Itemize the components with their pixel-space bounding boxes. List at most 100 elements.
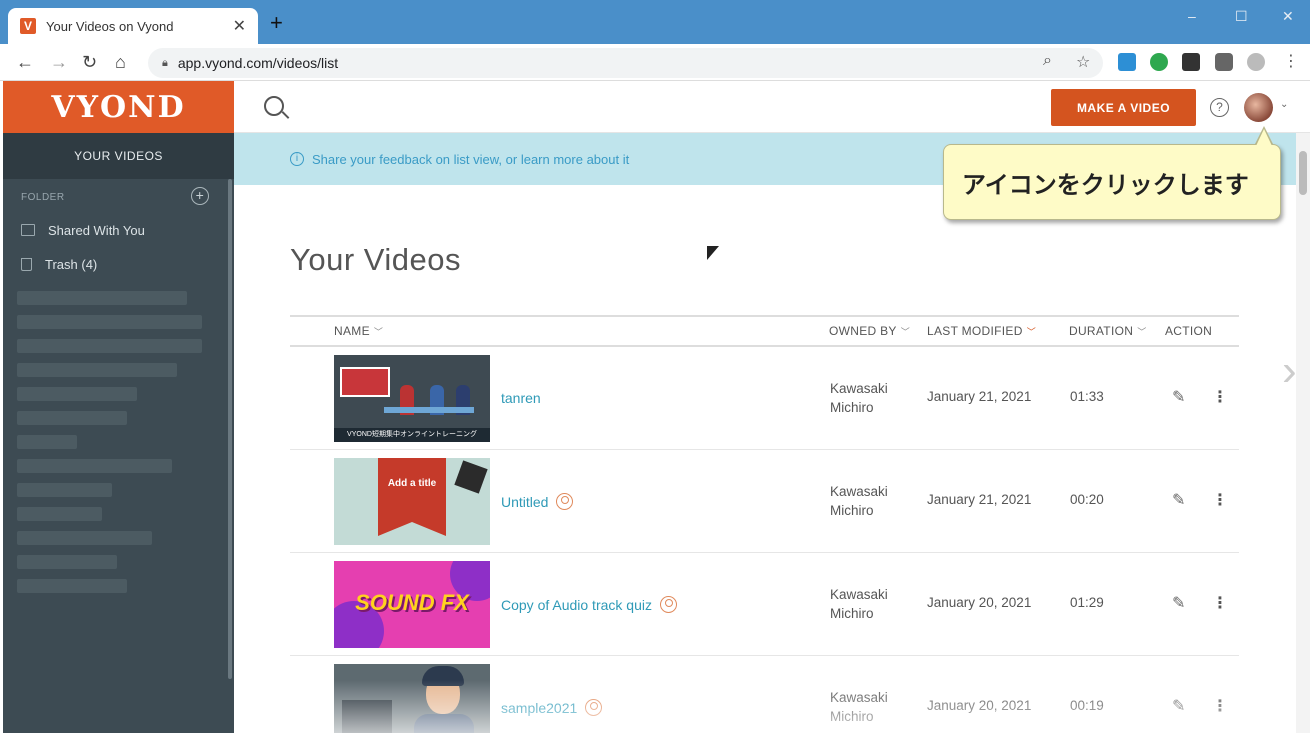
column-label: LAST MODIFIED (927, 324, 1023, 338)
chevron-down-icon[interactable]: ⌄ (1280, 99, 1288, 110)
evernote-icon[interactable] (1150, 53, 1168, 71)
forward-icon[interactable]: → (50, 52, 68, 73)
owner-first: Kawasaki (830, 381, 888, 396)
blurred-folder[interactable] (17, 555, 117, 569)
folder-label: FOLDER (21, 191, 65, 203)
last-modified: January 21, 2021 (927, 389, 1032, 404)
last-modified: January 20, 2021 (927, 595, 1032, 610)
sidebar-item-label: Shared With You (48, 222, 145, 238)
home-icon[interactable]: ⌂ (115, 52, 126, 73)
folder-header: FOLDER + (3, 181, 234, 213)
chevron-down-icon: ﹀ (373, 327, 384, 337)
table-row[interactable]: sample2021 Kawasaki Michiro January 20, 2… (290, 656, 1239, 733)
lock-icon: 🔒︎ (162, 56, 168, 69)
blurred-folder[interactable] (17, 363, 177, 377)
video-thumbnail[interactable]: Add a title (334, 458, 490, 545)
pencil-icon[interactable]: ✎ (1172, 696, 1185, 716)
blurred-folder[interactable] (17, 315, 202, 329)
reload-icon[interactable]: ↻ (82, 52, 97, 73)
owner: Kawasaki Michiro (830, 379, 888, 417)
blurred-folder[interactable] (17, 435, 77, 449)
profile-icon[interactable] (1247, 53, 1265, 71)
feedback-link[interactable]: Share your feedback on list view, or lea… (312, 152, 629, 167)
zoom-icon[interactable]: ⌕ (1043, 52, 1052, 70)
video-name-link[interactable]: tanren (501, 390, 541, 406)
table-header: NAME ﹀ OWNED BY ﹀ LAST MODIFIED ﹀ DURATION ﹀… (290, 315, 1239, 347)
url-field[interactable]: 🔒︎ app.vyond.com/videos/list (148, 48, 1103, 78)
last-modified: January 20, 2021 (927, 698, 1032, 713)
pencil-icon[interactable]: ✎ (1172, 490, 1185, 510)
url-text: app.vyond.com/videos/list (177, 55, 339, 71)
new-tab-button[interactable]: + (270, 12, 283, 34)
shared-folder-icon (21, 224, 35, 236)
pencil-icon[interactable]: ✎ (1172, 593, 1185, 613)
avatar[interactable] (1244, 93, 1273, 122)
page-scrollbar[interactable] (1296, 133, 1310, 733)
video-name-link[interactable]: sample2021 (501, 699, 603, 716)
maximize-icon[interactable]: ☐ (1235, 8, 1248, 25)
owner-last: Michiro (830, 606, 874, 621)
blurred-folder[interactable] (17, 579, 127, 593)
blurred-folder[interactable] (17, 387, 137, 401)
chevron-right-icon[interactable]: › (1282, 346, 1297, 396)
sidebar-item-shared[interactable]: Shared With You (3, 213, 234, 247)
thumbnail-caption: SOUND FX (355, 590, 469, 615)
make-a-video-button[interactable]: MAKE A VIDEO (1051, 89, 1196, 126)
duration: 01:29 (1070, 595, 1104, 610)
column-duration[interactable]: DURATION ﹀ (1069, 324, 1147, 338)
chevron-down-icon: ﹀ (1026, 327, 1037, 337)
vyond-logo[interactable]: VYOND (3, 81, 234, 133)
more-vertical-icon[interactable]: ⋮ (1212, 387, 1228, 407)
bookmark-star-icon[interactable]: ☆ (1076, 52, 1090, 72)
owner: Kawasaki Michiro (830, 688, 888, 726)
blurred-folder[interactable] (17, 459, 172, 473)
blurred-folder[interactable] (17, 531, 152, 545)
thumbnail-caption: Add a title (387, 478, 437, 489)
more-vertical-icon[interactable]: ⋮ (1212, 696, 1228, 716)
back-icon[interactable]: ← (16, 52, 34, 73)
shared-user-icon (659, 596, 677, 613)
scrollbar-thumb[interactable] (1299, 151, 1307, 195)
video-name-link[interactable]: Copy of Audio track quiz (501, 596, 677, 613)
duration: 01:33 (1070, 389, 1104, 404)
table-row[interactable]: VYOND短期集中オンライントレーニング tanren Kawasaki Mich… (290, 347, 1239, 450)
owner: Kawasaki Michiro (830, 482, 888, 520)
video-thumbnail[interactable] (334, 664, 490, 733)
video-thumbnail[interactable]: VYOND短期集中オンライントレーニング (334, 355, 490, 442)
blurred-folder[interactable] (17, 291, 187, 305)
add-folder-icon[interactable]: + (191, 187, 209, 205)
sidebar-item-your-videos[interactable]: YOUR VIDEOS (3, 133, 234, 179)
video-name-link[interactable]: Untitled (501, 493, 574, 510)
video-name: Untitled (501, 493, 549, 510)
more-vertical-icon[interactable]: ⋮ (1212, 490, 1228, 510)
owner-first: Kawasaki (830, 690, 888, 705)
minimize-icon[interactable]: – (1188, 8, 1196, 24)
column-owned-by[interactable]: OWNED BY ﹀ (829, 324, 910, 338)
extension-icon[interactable] (1182, 53, 1200, 71)
table-row[interactable]: Add a title Untitled Kawasaki Michiro Jan… (290, 450, 1239, 553)
extension-icon[interactable] (1118, 53, 1136, 71)
column-name[interactable]: NAME ﹀ (334, 324, 383, 338)
close-tab-icon[interactable]: ✕ (233, 16, 246, 36)
help-icon[interactable]: ? (1210, 98, 1229, 117)
close-window-icon[interactable]: ✕ (1282, 8, 1294, 25)
tab-title: Your Videos on Vyond (46, 18, 174, 34)
browser-tab[interactable]: V Your Videos on Vyond ✕ (8, 8, 258, 44)
column-last-modified[interactable]: LAST MODIFIED ﹀ (927, 324, 1036, 338)
video-thumbnail[interactable]: SOUND FX (334, 561, 490, 648)
blurred-folder[interactable] (17, 483, 112, 497)
info-icon: i (290, 152, 304, 166)
kebab-menu-icon[interactable]: ⋮ (1283, 53, 1301, 71)
blurred-folder[interactable] (17, 411, 127, 425)
search-icon[interactable] (264, 96, 284, 116)
puzzle-icon[interactable] (1215, 53, 1233, 71)
blurred-folder[interactable] (17, 339, 202, 353)
sidebar-scrollbar[interactable] (228, 179, 232, 679)
sidebar-item-trash[interactable]: Trash (4) (3, 247, 234, 281)
chevron-down-icon: ﹀ (1137, 327, 1147, 337)
pencil-icon[interactable]: ✎ (1172, 387, 1185, 407)
blurred-folder[interactable] (17, 507, 102, 521)
more-vertical-icon[interactable]: ⋮ (1212, 593, 1228, 613)
chevron-down-icon: ﹀ (900, 327, 911, 337)
table-row[interactable]: SOUND FX Copy of Audio track quiz Kawasa… (290, 553, 1239, 656)
